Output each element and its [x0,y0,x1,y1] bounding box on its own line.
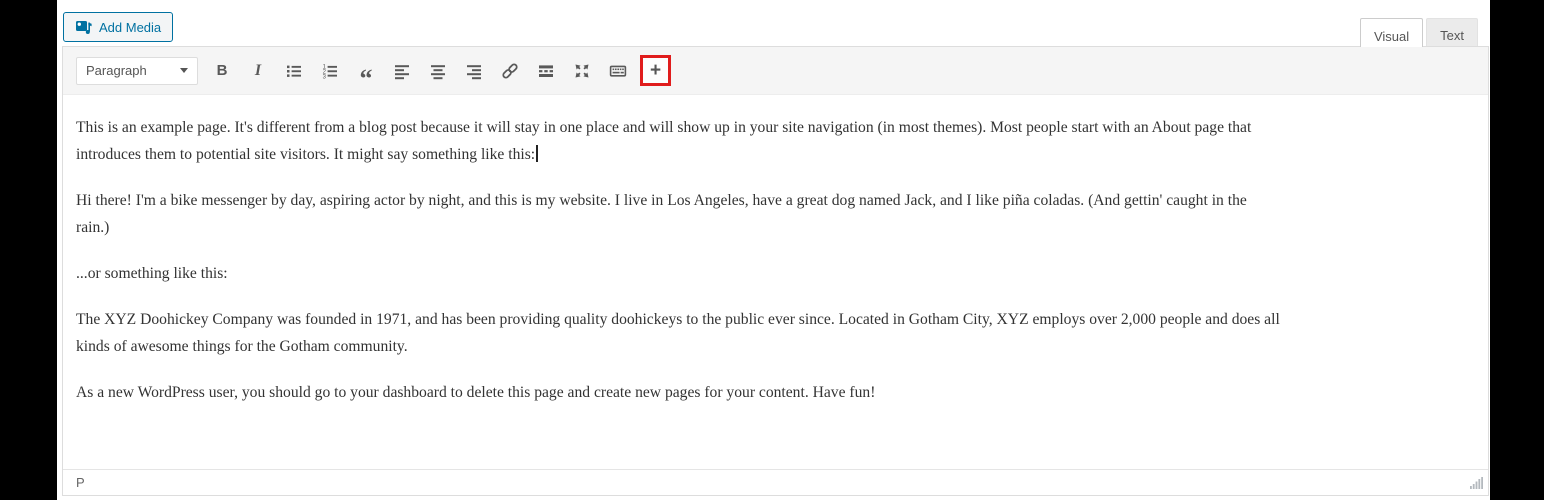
blockquote-button[interactable]: “ [352,58,380,91]
numbered-list-icon: 1 2 3 [321,62,339,80]
toolbar-toggle-icon [609,62,627,80]
read-more-icon [537,62,555,80]
tab-visual[interactable]: Visual [1359,18,1424,47]
text-line: kinds of awesome things for the Gotham c… [76,338,408,355]
italic-icon: I [254,61,262,79]
add-media-button[interactable]: Add Media [63,12,174,42]
wp-classic-editor: Add Media Visual Text Paragraph B I 1 2 … [57,0,1490,500]
insert-plus-button[interactable]: + [644,59,668,83]
align-right-button[interactable] [460,58,488,84]
paragraph: As a new WordPress user, you should go t… [76,379,1475,406]
editor-container: Paragraph B I 1 2 3 “ + This is an examp… [62,46,1489,496]
add-media-label: Add Media [99,19,162,35]
editor-toolbar: Paragraph B I 1 2 3 “ + [63,47,1488,95]
resize-handle[interactable] [1470,476,1483,489]
paragraph: ...or something like this: [76,260,1475,287]
bold-button[interactable]: B [208,58,236,84]
read-more-tag-button[interactable] [532,58,560,84]
italic-button[interactable]: I [244,58,272,84]
element-path[interactable]: P [76,475,85,490]
paragraph: The XYZ Doohickey Company was founded in… [76,306,1475,360]
editor-body[interactable]: This is an example page. It's different … [63,95,1488,471]
paragraph: Hi there! I'm a bike messenger by day, a… [76,187,1475,241]
letterbox-right [1490,0,1544,500]
svg-text:3: 3 [323,74,327,79]
chevron-down-icon [180,68,188,73]
media-icon [75,19,92,36]
fullscreen-icon [573,62,591,80]
annotation-highlight-box: + [640,55,671,86]
plus-icon: + [649,60,662,81]
numbered-list-button[interactable]: 1 2 3 [316,58,344,84]
paragraph-format-value: Paragraph [86,63,147,78]
align-left-button[interactable] [388,58,416,84]
align-center-button[interactable] [424,58,452,84]
bulleted-list-button[interactable] [280,58,308,84]
text-caret [536,145,538,162]
screenshot-stage: Add Media Visual Text Paragraph B I 1 2 … [0,0,1544,500]
fullscreen-button[interactable] [568,58,596,84]
align-center-icon [429,62,447,80]
toolbar-toggle-button[interactable] [604,58,632,84]
text-line: The XYZ Doohickey Company was founded in… [76,311,1280,328]
text-line: introduces them to potential site visito… [76,141,1475,168]
paragraph: This is an example page. It's different … [76,114,1475,168]
link-icon [501,62,519,80]
editor-mode-tabs: Visual Text [1359,18,1478,47]
align-right-icon [465,62,483,80]
align-left-icon [393,62,411,80]
letterbox-left [0,0,57,500]
text-line: This is an example page. It's different … [76,119,1252,136]
insert-link-button[interactable] [496,58,524,84]
bold-icon: B [216,62,228,79]
text-line: ...or something like this: [76,265,228,282]
bulleted-list-icon [285,62,303,80]
editor-statusbar: P [63,469,1488,495]
text-line: Hi there! I'm a bike messenger by day, a… [76,192,1247,209]
tab-text[interactable]: Text [1426,18,1478,46]
resize-grip-icon [1470,476,1483,489]
text-line: As a new WordPress user, you should go t… [76,384,876,401]
text-line: rain.) [76,219,110,236]
paragraph-format-select[interactable]: Paragraph [76,56,198,85]
